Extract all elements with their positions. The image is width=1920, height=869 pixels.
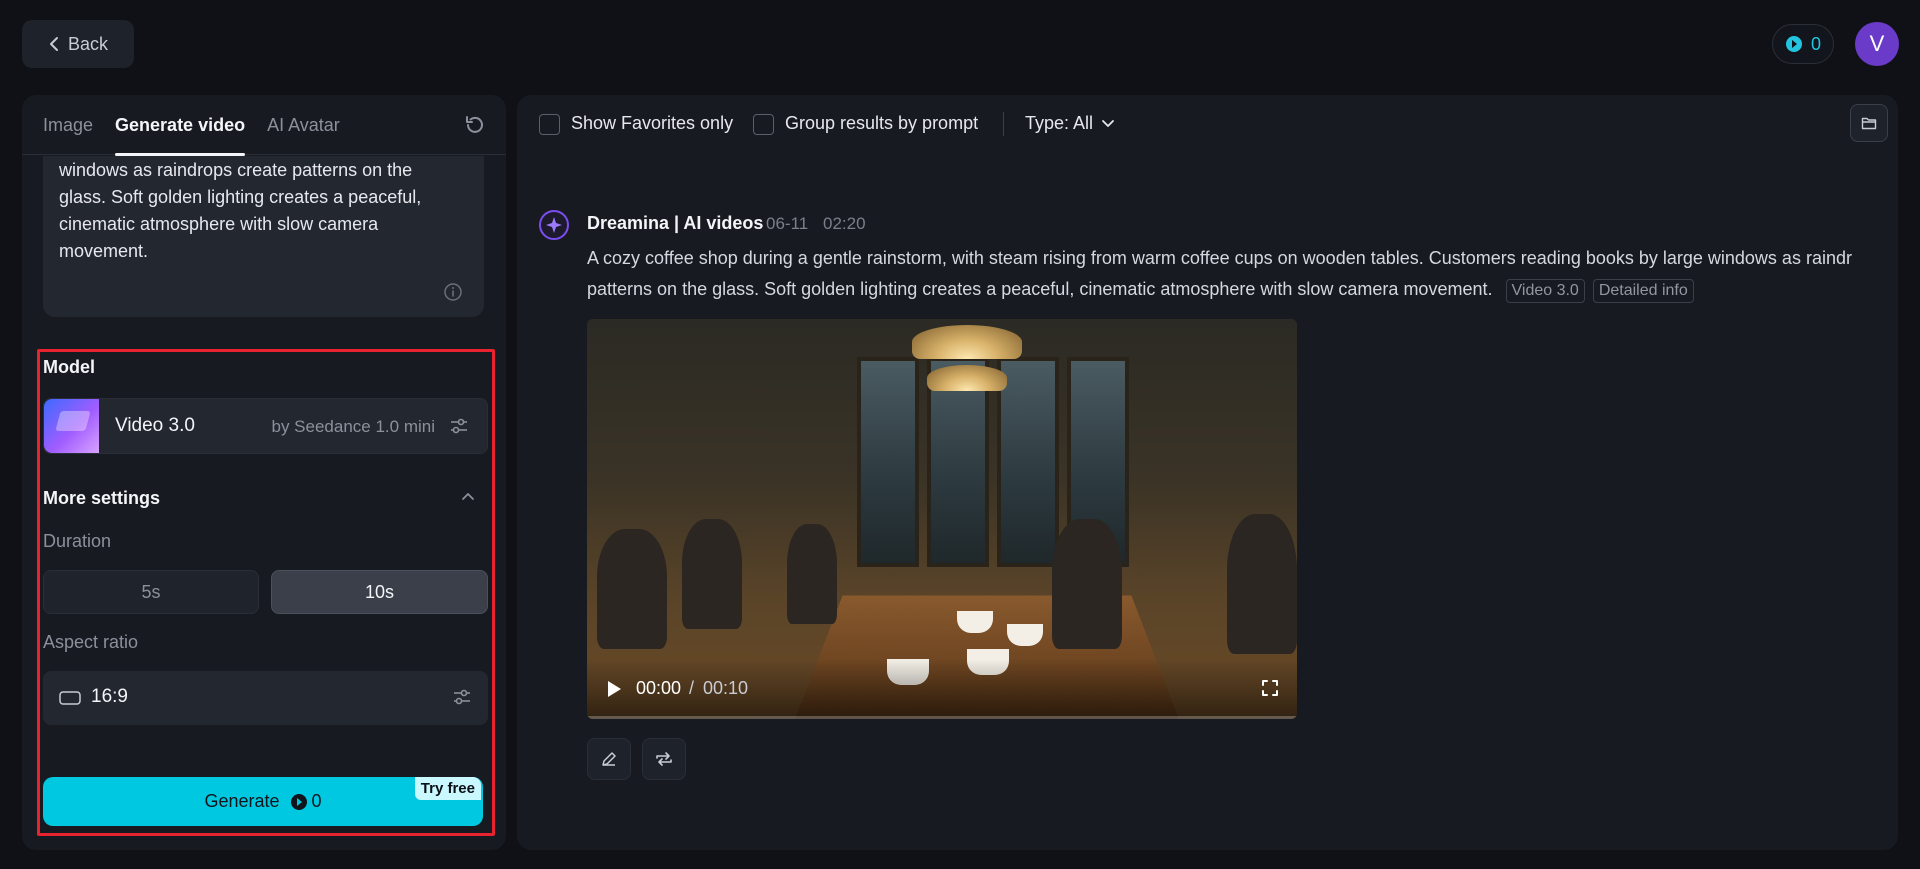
back-label: Back (67, 33, 109, 54)
favorites-label[interactable]: Show Favorites only (571, 113, 733, 134)
mode-tabs: Image Generate video AI Avatar (22, 95, 506, 156)
more-settings-label[interactable]: More settings (43, 488, 160, 509)
post-prompt: A cozy coffee shop during a gentle rains… (587, 243, 1892, 305)
try-free-badge: Try free (414, 777, 481, 800)
chevron-down-icon (1101, 119, 1115, 129)
duration-label: Duration (43, 531, 112, 551)
sliders-icon[interactable] (452, 687, 472, 707)
chevron-up-icon[interactable] (460, 490, 476, 502)
video-scene-person (787, 524, 837, 624)
credit-coin-icon (290, 793, 308, 811)
aspect-ratio-icon (59, 690, 81, 706)
video-scene-person (1052, 519, 1122, 649)
reset-icon[interactable] (464, 114, 486, 136)
video-progress-bar[interactable] (587, 716, 1297, 719)
duration-5s-button[interactable]: 5s (43, 570, 259, 614)
generate-button[interactable]: Generate 0 Try free (43, 777, 483, 826)
tab-image[interactable]: Image (43, 95, 93, 155)
video-scene-lamp (927, 365, 1007, 391)
info-icon[interactable] (444, 283, 462, 301)
regenerate-button[interactable] (642, 738, 686, 780)
prompt-textarea[interactable]: windows as raindrops create patterns on … (43, 156, 484, 317)
dreamina-logo-icon (538, 209, 570, 241)
fullscreen-icon[interactable] (1261, 679, 1279, 697)
folder-icon (1861, 116, 1877, 130)
edit-button[interactable] (587, 738, 631, 780)
post-date: 06-11 (766, 214, 809, 233)
type-filter-dropdown[interactable]: Type: All (1025, 113, 1115, 134)
credit-coin-icon (1785, 35, 1803, 53)
results-panel: Show Favorites only Group results by pro… (517, 95, 1898, 850)
aspect-ratio-label: Aspect ratio (43, 632, 139, 652)
video-time-separator: / (689, 678, 695, 698)
back-button[interactable]: Back (22, 20, 134, 68)
pencil-icon (600, 750, 618, 768)
generate-cost: 0 (290, 791, 322, 812)
video-scene-person (1227, 514, 1297, 654)
model-tag[interactable]: Video 3.0 (1505, 279, 1585, 303)
repeat-icon (654, 750, 674, 768)
video-scene-cup (957, 611, 993, 633)
model-selector[interactable]: Video 3.0 by Seedance 1.0 mini (43, 398, 488, 454)
video-scene-person (682, 519, 742, 629)
video-current-time: 00:00 (636, 678, 682, 698)
group-by-prompt-checkbox[interactable] (753, 114, 774, 135)
play-icon[interactable] (605, 679, 623, 699)
post-author: Dreamina | AI videos (587, 213, 764, 233)
duration-10s-button[interactable]: 10s (271, 570, 488, 614)
credits-count: 0 (1810, 33, 1821, 54)
video-scene-person (597, 529, 667, 649)
sliders-icon[interactable] (449, 416, 469, 436)
model-name: Video 3.0 (115, 415, 195, 436)
video-total-time: 00:10 (703, 678, 749, 698)
type-filter-label: Type: All (1025, 113, 1094, 133)
prompt-text: windows as raindrops create patterns on … (59, 160, 422, 261)
generate-cost-value: 0 (311, 791, 322, 811)
folder-button[interactable] (1850, 104, 1888, 142)
filter-divider (1003, 112, 1004, 136)
video-scene-window (997, 357, 1059, 567)
credits-badge[interactable]: 0 (1772, 24, 1834, 64)
model-thumbnail (44, 399, 99, 453)
aspect-ratio-selector[interactable]: 16:9 (43, 671, 488, 725)
aspect-ratio-value: 16:9 (91, 686, 128, 707)
favorites-checkbox[interactable] (539, 114, 560, 135)
user-avatar[interactable]: V (1855, 22, 1899, 66)
tab-generate-video[interactable]: Generate video (115, 95, 246, 156)
chevron-left-icon (48, 36, 60, 52)
video-scene-window (857, 357, 919, 567)
video-player[interactable]: 00:00 / 00:10 (587, 319, 1297, 719)
video-scene-lamp (912, 325, 1022, 359)
tab-ai-avatar[interactable]: AI Avatar (267, 95, 340, 155)
model-provider: by Seedance 1.0 mini (271, 417, 436, 436)
detailed-info-tag[interactable]: Detailed info (1592, 279, 1694, 303)
generate-label: Generate (204, 791, 280, 811)
post-time: 02:20 (823, 214, 866, 233)
group-by-prompt-label[interactable]: Group results by prompt (785, 113, 978, 134)
video-controls: 00:00 / 00:10 (587, 659, 1297, 719)
video-scene-cup (1007, 624, 1043, 646)
model-section-label: Model (43, 357, 95, 377)
